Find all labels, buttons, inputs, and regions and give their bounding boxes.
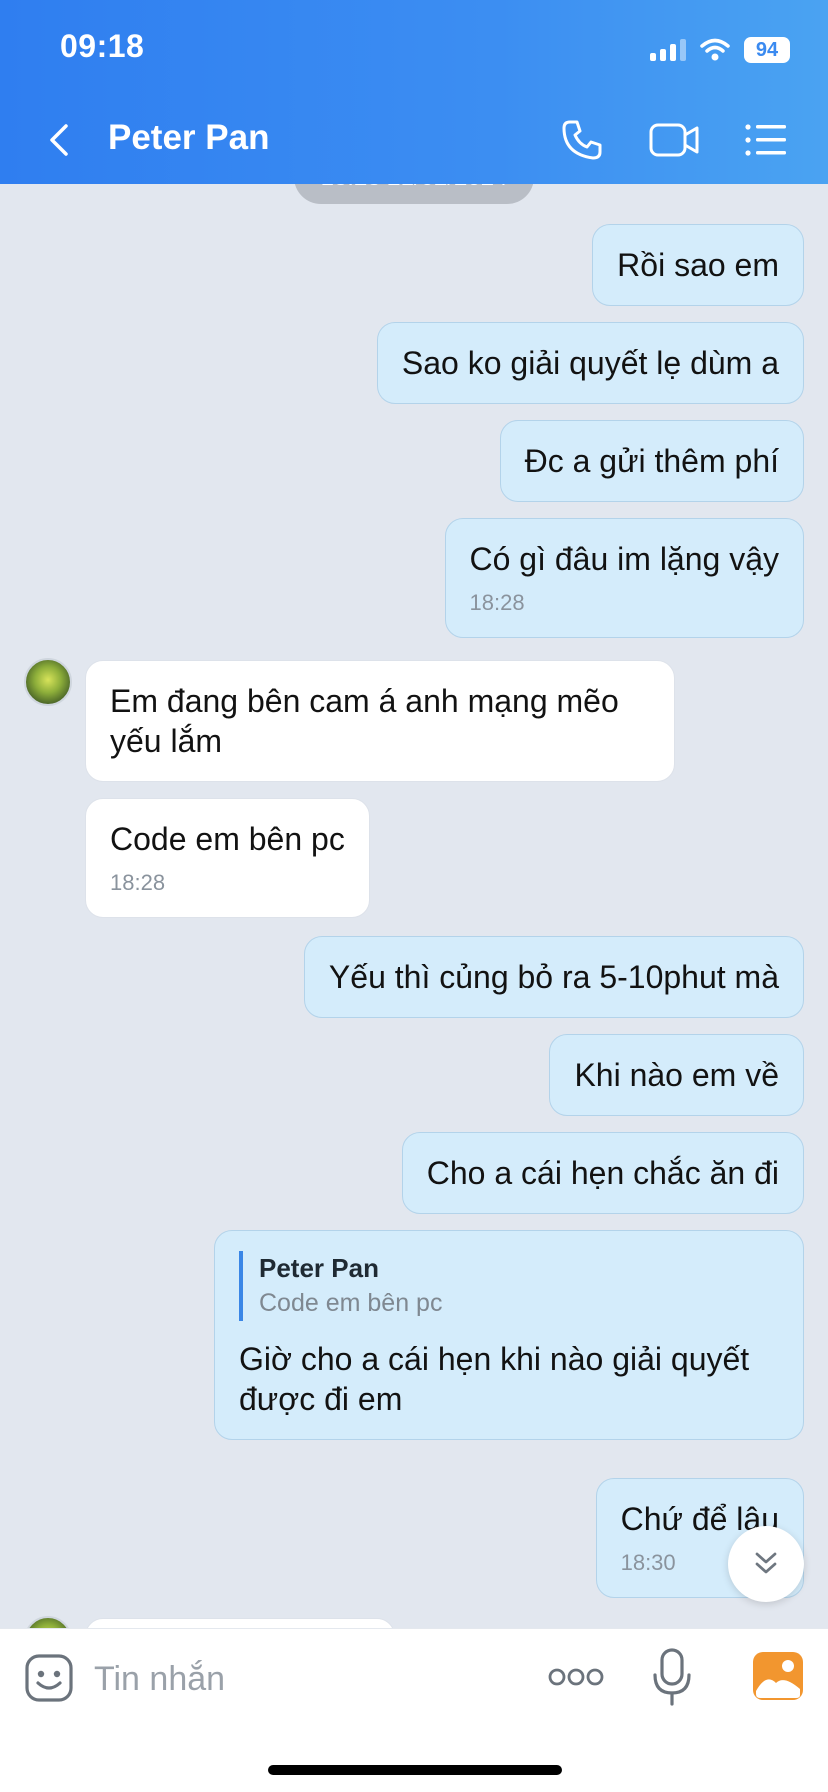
cellular-signal-icon xyxy=(650,39,686,61)
message-bubble-incoming[interactable]: Code em bên pc 18:28 xyxy=(85,798,370,918)
message-bubble-outgoing[interactable]: Sao ko giải quyết lẹ dùm a xyxy=(376,322,804,404)
image-picker-icon[interactable] xyxy=(752,1651,804,1701)
message-time: 18:28 xyxy=(469,590,525,615)
sticker-icon[interactable] xyxy=(24,1653,74,1703)
quoted-sender: Peter Pan xyxy=(259,1253,379,1283)
scroll-to-bottom-button[interactable] xyxy=(728,1526,804,1602)
message-list[interactable]: Rồi sao em Sao ko giải quyết lẹ dùm a Đc… xyxy=(0,184,828,1628)
microphone-icon[interactable] xyxy=(650,1647,694,1707)
home-indicator xyxy=(268,1765,562,1775)
message-text: Giờ cho a cái hẹn khi nào giải quyết đượ… xyxy=(239,1341,750,1417)
quoted-message[interactable]: Peter Pan Code em bên pc xyxy=(239,1251,779,1321)
wifi-icon xyxy=(700,38,730,61)
menu-button[interactable] xyxy=(740,116,792,164)
message-bubble-reply[interactable]: Peter Pan Code em bên pc Giờ cho a cái h… xyxy=(214,1230,804,1440)
battery-icon: 94 xyxy=(744,37,790,63)
message-text: Cho a cái hẹn chắc ăn đi xyxy=(426,1155,779,1191)
video-call-button[interactable] xyxy=(648,116,700,164)
message-bubble-outgoing[interactable]: Yếu thì củng bỏ ra 5-10phut mà xyxy=(303,936,804,1018)
message-text: Yếu thì củng bỏ ra 5-10phut mà xyxy=(328,959,779,995)
message-bubble-incoming[interactable]: Em đang bên cam á anh mạng mẽo yếu lắm xyxy=(85,660,675,782)
message-bubble-outgoing[interactable]: Rồi sao em xyxy=(592,224,804,306)
message-bubble-outgoing[interactable]: Khi nào em về xyxy=(549,1034,804,1116)
more-dots-icon xyxy=(548,1668,604,1686)
message-bubble-incoming-partial[interactable] xyxy=(85,1618,395,1628)
message-text: Rồi sao em xyxy=(617,247,779,283)
contact-name[interactable]: Peter Pan xyxy=(108,118,269,158)
phone-icon xyxy=(562,120,602,160)
list-icon xyxy=(745,124,786,156)
chat-header: 09:18 94 Peter Pan xyxy=(0,0,828,184)
message-text: Em đang bên cam á anh mạng mẽo yếu lắm xyxy=(110,683,619,759)
back-icon[interactable] xyxy=(40,120,80,160)
message-text: Có gì đâu im lặng vậy xyxy=(469,541,780,577)
status-indicators: 94 xyxy=(650,36,790,64)
message-bubble-outgoing[interactable]: Cho a cái hẹn chắc ăn đi xyxy=(401,1132,804,1214)
message-text: Khi nào em về xyxy=(574,1057,779,1093)
video-camera-icon xyxy=(649,123,699,157)
message-bubble-outgoing[interactable]: Có gì đâu im lặng vậy 18:28 xyxy=(444,518,804,638)
message-composer xyxy=(0,1628,828,1792)
status-time: 09:18 xyxy=(60,28,145,64)
contact-avatar[interactable] xyxy=(24,1616,72,1628)
message-bubble-outgoing[interactable]: Đc a gửi thêm phí xyxy=(499,420,804,502)
message-time: 18:28 xyxy=(110,870,166,895)
contact-avatar[interactable] xyxy=(24,658,72,706)
message-text: Đc a gửi thêm phí xyxy=(524,443,779,479)
quoted-text: Code em bên pc xyxy=(259,1289,443,1317)
more-options-button[interactable] xyxy=(548,1657,604,1697)
phone-call-button[interactable] xyxy=(556,116,608,164)
message-input[interactable] xyxy=(94,1649,514,1709)
message-text: Sao ko giải quyết lẹ dùm a xyxy=(401,345,779,381)
message-text: Code em bên pc xyxy=(110,821,345,857)
double-chevron-down-icon xyxy=(755,1552,777,1574)
